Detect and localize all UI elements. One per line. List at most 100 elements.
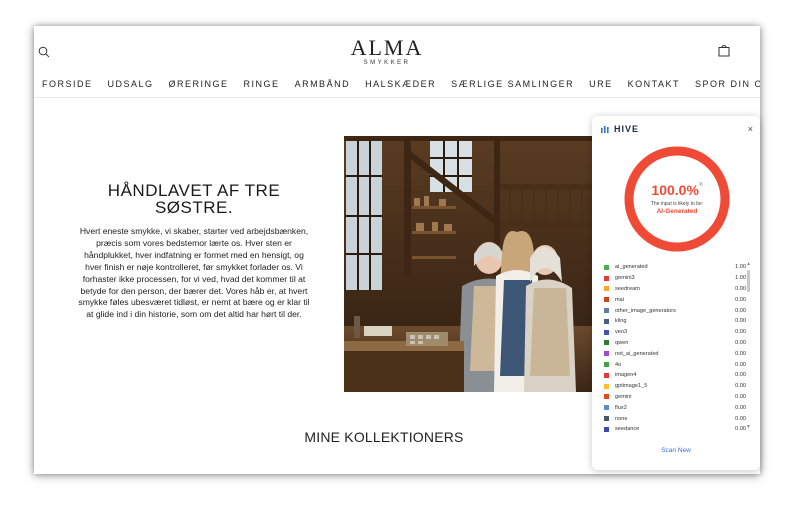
class-name: gemini3 (615, 275, 635, 282)
gauge-ring (624, 146, 730, 252)
score-percentage: 100.0%® (623, 182, 731, 198)
classification-scrollbar[interactable]: ▲ ▼ (746, 262, 751, 430)
classification-row: gemini3 1.00 (604, 273, 746, 284)
classification-row: gptimage1_5 0.00 (604, 381, 746, 392)
class-color-swatch (604, 351, 609, 357)
class-name: gemini (615, 393, 632, 400)
nav-item-armband[interactable]: ARMBÅND (295, 77, 351, 91)
class-score: 0.00 (735, 339, 746, 346)
nav-item-ure[interactable]: URE (589, 77, 613, 91)
class-score: 0.00 (735, 350, 746, 357)
site-logo[interactable]: ALMA SMYKKER (342, 35, 432, 67)
hive-header: HIVE (601, 124, 639, 134)
classification-list: ai_generated 1.00 gemini3 1.00 seedream 0.00 m… (604, 262, 746, 435)
hero-body-text: Hvert eneste smykke, vi skaber, starter … (78, 226, 310, 320)
class-color-swatch (604, 329, 609, 335)
score-gauge: 100.0%® The input is likely to be: AI-Ge… (623, 145, 731, 253)
class-name: ai_generated (615, 264, 648, 271)
class-score: 0.00 (735, 404, 746, 411)
hive-brand-name: HIVE (614, 124, 640, 134)
logo-subtitle: SMYKKER (363, 60, 411, 66)
gauge-fill-arc (624, 146, 730, 252)
class-name: other_image_generators (615, 307, 676, 314)
nav-item-spor-din-ordre[interactable]: SPOR DIN ORDRE (695, 77, 760, 91)
classification-row: seedream 0.00 (604, 284, 746, 295)
scan-new-button[interactable]: Scan New (592, 447, 760, 454)
classification-row: not_ai_generated 0.00 (604, 348, 746, 359)
class-color-swatch (604, 383, 609, 389)
class-name: seedance (615, 426, 640, 433)
class-score: 0.00 (735, 296, 746, 303)
classification-row: qwen 0.00 (604, 338, 746, 349)
class-score: 0.00 (735, 393, 746, 400)
nav-item-oreringe[interactable]: ØRERINGE (169, 77, 229, 91)
class-name: flux2 (615, 404, 627, 411)
class-color-swatch (604, 426, 609, 432)
collections-heading: MINE KOLLEKTIONERS (304, 429, 464, 445)
class-color-swatch (604, 405, 609, 411)
search-icon[interactable] (38, 46, 50, 58)
class-color-swatch (604, 286, 609, 292)
class-color-swatch (604, 297, 609, 303)
class-color-swatch (604, 264, 609, 270)
nav-item-udsalg[interactable]: UDSALG (108, 77, 154, 91)
classification-row: seedance 0.00 (604, 424, 746, 435)
scroll-down-icon[interactable]: ▼ (746, 425, 751, 430)
class-name: gptimage1_5 (615, 383, 648, 390)
nav-divider (34, 97, 760, 98)
nav-item-halskaeder[interactable]: HALSKÆDER (365, 77, 436, 91)
classification-row: ai_generated 1.00 (604, 262, 746, 273)
class-color-swatch (604, 318, 609, 324)
class-score: 0.00 (735, 361, 746, 368)
hero-title: HÅNDLAVET AF TRE SØSTRE. (107, 181, 281, 217)
score-caption: The input is likely to be: (650, 201, 704, 207)
class-name: not_ai_generated (615, 350, 659, 357)
class-score: 0.00 (735, 426, 746, 433)
class-score: 1.00 (735, 275, 746, 282)
classification-row: gemini 0.00 (604, 392, 746, 403)
class-name: imagen4 (615, 372, 637, 379)
class-color-swatch (604, 416, 609, 422)
logo-wordmark: ALMA (350, 35, 424, 60)
nav-item-forside[interactable]: FORSIDE (42, 77, 93, 91)
classification-row: other_image_generators 0.00 (604, 305, 746, 316)
hive-logo-icon (601, 125, 609, 133)
class-color-swatch (604, 308, 609, 314)
class-score: 0.00 (735, 307, 746, 314)
class-score: 0.00 (735, 383, 746, 390)
class-name: kling (615, 318, 627, 325)
hero-photo-workshop (344, 136, 602, 392)
class-color-swatch (604, 362, 609, 368)
class-score: 0.00 (735, 415, 746, 422)
score-superscript: ® (698, 182, 703, 188)
main-navigation: FORSIDE UDSALG ØRERINGE RINGE ARMBÅND HA… (42, 77, 760, 91)
class-score: 0.00 (735, 318, 746, 325)
score-value: 100.0% (651, 182, 699, 198)
class-score: 0.00 (735, 285, 746, 292)
classification-row: kling 0.00 (604, 316, 746, 327)
scrollbar-thumb[interactable] (747, 270, 750, 292)
class-color-swatch (604, 372, 609, 378)
class-name: seedream (615, 285, 640, 292)
class-color-swatch (604, 340, 609, 346)
scroll-up-icon[interactable]: ▲ (746, 262, 751, 267)
class-color-swatch (604, 275, 609, 281)
class-name: qwen (615, 339, 629, 346)
classification-row: mai 0.00 (604, 294, 746, 305)
classification-row: imagen4 0.00 (604, 370, 746, 381)
class-name: mai (615, 296, 625, 303)
class-score: 0.00 (735, 372, 746, 379)
nav-item-saerlige-samlinger[interactable]: SÆRLIGE SAMLINGER (451, 77, 574, 91)
nav-item-ringe[interactable]: RINGE (244, 77, 280, 91)
classification-row: veo3 0.00 (604, 327, 746, 338)
close-icon[interactable]: × (748, 124, 753, 134)
nav-item-kontakt[interactable]: KONTAKT (628, 77, 680, 91)
score-verdict: AI-Generated (656, 208, 698, 215)
hive-detection-panel: HIVE × 100.0%® The input is likely to be… (592, 116, 760, 470)
class-color-swatch (604, 394, 609, 400)
class-name: 4o (615, 361, 622, 368)
class-name: none (615, 415, 628, 422)
shopping-bag-icon[interactable] (718, 44, 730, 57)
class-score: 0.00 (735, 329, 746, 336)
classification-row: flux2 0.00 (604, 402, 746, 413)
